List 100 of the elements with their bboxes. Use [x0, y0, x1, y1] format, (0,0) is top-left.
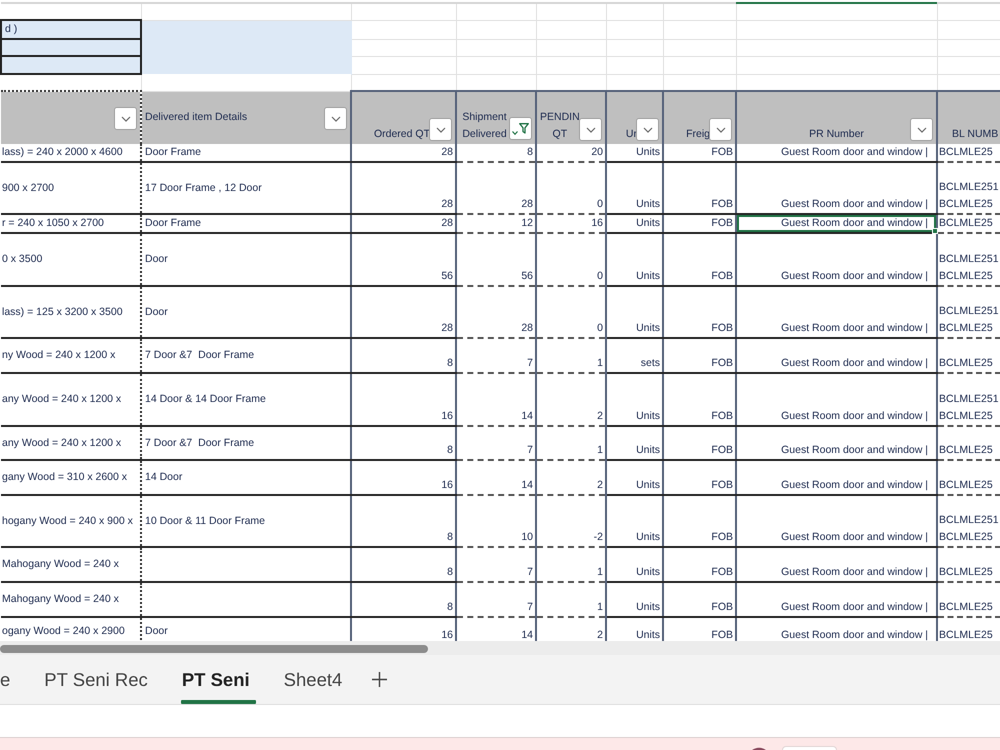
table-cell: Guest Room door and window |	[736, 338, 937, 373]
scrollbar-thumb[interactable]	[0, 645, 428, 653]
table-cell: 2	[536, 373, 606, 426]
table-cell: Mahogany Wood = 240 x	[1, 547, 141, 582]
chevron-down-icon	[512, 130, 518, 134]
table-cell: 7	[456, 426, 536, 460]
sheet-tab[interactable]: PT Seni	[164, 654, 267, 704]
sheet-tab[interactable]: e	[0, 654, 28, 704]
table-cell: Guest Room door and window |	[736, 286, 937, 338]
table-cell: FOB	[663, 460, 736, 495]
table-cell: Guest Room door and window |	[736, 162, 937, 214]
table-cell: any Wood = 240 x 1200 x	[1, 426, 141, 460]
table-cell: hogany Wood = 240 x 900 x	[1, 495, 141, 547]
table-cell: Units	[606, 214, 663, 233]
table-cell: BCLMLE251 BCLMLE25	[937, 495, 1000, 547]
table-cell: 16	[351, 373, 456, 426]
table-cell: 16	[351, 460, 456, 495]
table-cell: 20	[536, 144, 606, 162]
table-cell: FOB	[663, 338, 736, 373]
table-cell: 16	[536, 214, 606, 233]
filter-dropdown-button[interactable]	[636, 118, 659, 141]
table-cell: Units	[606, 582, 663, 617]
horizontal-scrollbar[interactable]	[0, 641, 1000, 655]
table-cell: 8	[351, 547, 456, 582]
column-header: Freig	[686, 127, 710, 142]
fill-handle-icon[interactable]	[932, 228, 938, 234]
chevron-down-icon	[916, 126, 926, 132]
table-cell: Door	[141, 233, 351, 286]
table-cell: 0	[536, 162, 606, 214]
table-cell: 900 x 2700	[1, 162, 141, 214]
table-cell: -2	[536, 495, 606, 547]
table-cell: 12	[456, 214, 536, 233]
chevron-down-icon	[716, 126, 726, 132]
table-cell: 56	[351, 233, 456, 286]
sheet-tab[interactable]: Sheet4	[266, 654, 360, 704]
table-cell: 28	[351, 214, 456, 233]
table-cell: 1	[536, 338, 606, 373]
table-cell: BCLMLE251 BCLMLE25	[937, 233, 1000, 286]
table-cell: sets	[606, 338, 663, 373]
filter-dropdown-button[interactable]	[910, 118, 933, 141]
table-cell: 1	[536, 426, 606, 460]
table-cell: 0	[536, 233, 606, 286]
table-cell: BCLMLE25	[937, 547, 1000, 582]
filter-button[interactable]	[509, 117, 532, 140]
sheet-tab[interactable]: PT Seni Rec	[27, 654, 165, 704]
table-cell: 10	[456, 495, 536, 547]
table-cell: FOB	[663, 373, 736, 426]
table-cell: BCLMLE25	[937, 426, 1000, 460]
table-cell: Units	[606, 286, 663, 338]
table-cell: FOB	[663, 144, 736, 162]
filter-dropdown-button[interactable]	[324, 107, 347, 130]
table-cell: FOB	[663, 495, 736, 547]
table-cell: Mahogany Wood = 240 x	[1, 582, 141, 617]
table-cell: BCLMLE25	[937, 460, 1000, 495]
table-cell: gany Wood = 310 x 2600 x	[1, 460, 141, 495]
filter-dropdown-button[interactable]	[429, 118, 452, 141]
filter-dropdown-button[interactable]	[709, 118, 732, 141]
table-cell: FOB	[663, 582, 736, 617]
table-cell: 1	[536, 547, 606, 582]
table-cell: 28	[456, 286, 536, 338]
column-header: PR Number	[809, 127, 864, 142]
table-cell: 7	[456, 547, 536, 582]
info-label: d )	[1, 20, 141, 39]
table-cell: FOB	[663, 547, 736, 582]
table-cell: FOB	[663, 214, 736, 233]
chevron-down-icon	[642, 126, 652, 132]
table-cell: Guest Room door and window |	[736, 547, 937, 582]
table-cell: Units	[606, 144, 663, 162]
column-header: Ordered QT	[374, 127, 430, 142]
column-header: Delivered item Details	[145, 110, 248, 125]
table-cell: FOB	[663, 426, 736, 460]
table-cell: 7	[456, 582, 536, 617]
chevron-down-icon	[330, 116, 340, 122]
table-cell: Units	[606, 547, 663, 582]
table-cell: 0	[536, 286, 606, 338]
table-cell: Guest Room door and window |	[736, 214, 937, 233]
table-cell: BCLMLE25	[937, 582, 1000, 617]
table-cell: Guest Room door and window |	[736, 495, 937, 547]
table-cell: 8	[351, 338, 456, 373]
table-cell: lass) = 125 x 3200 x 3500	[1, 286, 141, 338]
table-cell: 14 Door	[141, 460, 351, 495]
table-cell: 10 Door & 11 Door Frame	[141, 495, 351, 547]
table-cell: 0 x 3500	[1, 233, 141, 286]
filter-dropdown-button[interactable]	[579, 118, 602, 141]
table-cell: BCLMLE25	[937, 144, 1000, 162]
table-cell: Door Frame	[141, 144, 351, 162]
table-cell: Guest Room door and window |	[736, 426, 937, 460]
chevron-down-icon	[436, 126, 446, 132]
chevron-down-icon	[120, 116, 130, 122]
table-cell: 1	[536, 582, 606, 617]
table-cell: Guest Room door and window |	[736, 144, 937, 162]
table-cell: Guest Room door and window |	[736, 233, 937, 286]
column-header: Ur	[626, 127, 637, 142]
table-cell: 28	[456, 162, 536, 214]
table-cell: BCLMLE251 BCLMLE25	[937, 162, 1000, 214]
table-cell: 14 Door & 14 Door Frame	[141, 373, 351, 426]
filter-dropdown-button[interactable]	[114, 107, 137, 130]
column-header: Shipment Delivered	[462, 110, 507, 142]
table-cell: 14	[456, 373, 536, 426]
table-cell: 14	[456, 460, 536, 495]
